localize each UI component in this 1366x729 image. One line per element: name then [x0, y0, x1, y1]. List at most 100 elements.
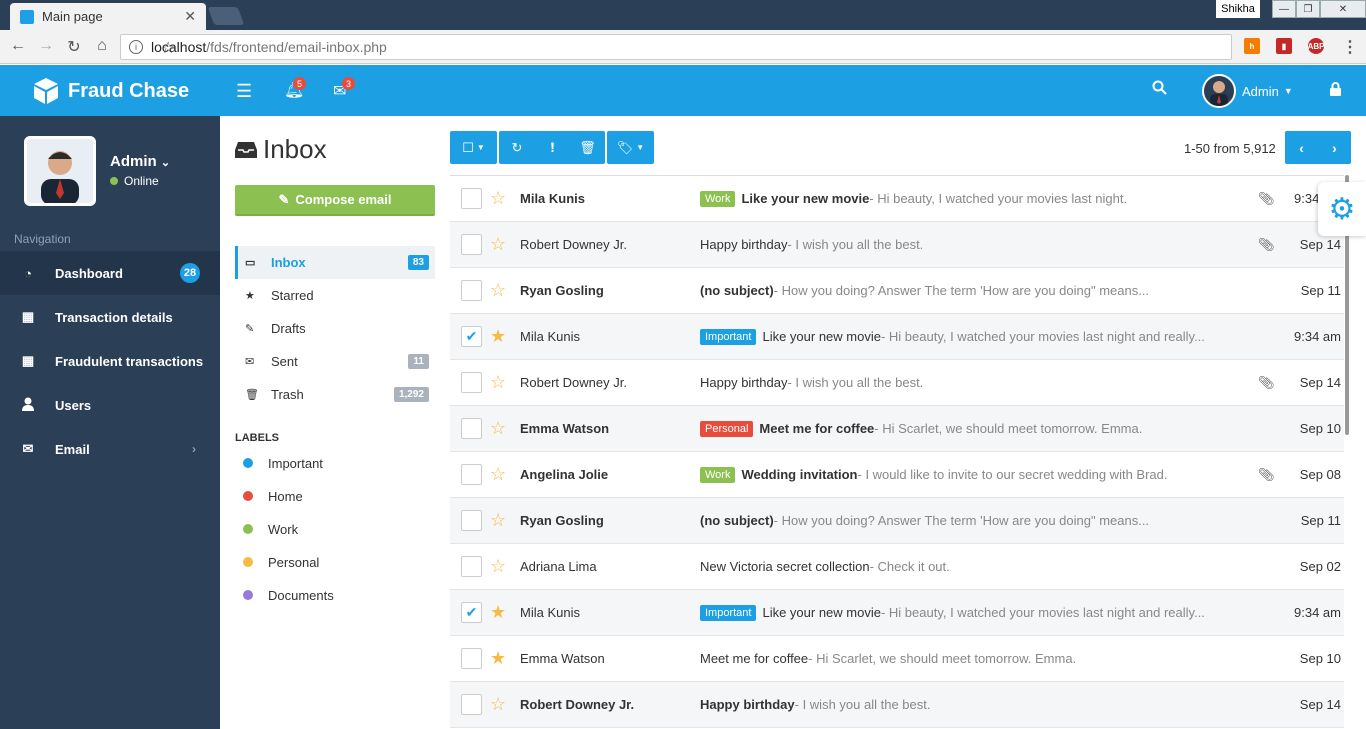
address-bar[interactable]: i localhost/fds/frontend/email-inbox.php… [120, 34, 1232, 60]
adblock-extension-icon[interactable]: ABP [1308, 38, 1324, 54]
chrome-menu-icon[interactable]: ⋮ [1340, 37, 1360, 57]
hamburger-menu-icon[interactable]: ☰ [236, 81, 252, 102]
caret-down-icon: ▼ [1283, 86, 1293, 96]
message-row[interactable]: ☆ Angelina Jolie Work Wedding invitation - … [450, 452, 1344, 498]
message-checkbox[interactable] [461, 510, 482, 531]
message-date: Sep 10 [1299, 651, 1341, 666]
message-row[interactable]: ☆ Ryan Gosling (no subject) - How you doin… [450, 268, 1344, 314]
folder-trash[interactable]: 🗑︎ Trash 1,292 [235, 378, 435, 411]
sidebar-item-email[interactable]: ✉ Email › [0, 427, 220, 471]
star-icon[interactable]: ☆ [490, 556, 506, 577]
label-personal[interactable]: Personal [243, 552, 319, 572]
star-icon[interactable]: ☆ [490, 464, 506, 485]
message-row[interactable]: ✔ ★ Mila Kunis Important Like your new movie… [450, 590, 1344, 636]
refresh-button[interactable]: ↻ [499, 131, 535, 164]
brand[interactable]: Fraud Chase [32, 77, 189, 105]
brand-name: Fraud Chase [68, 79, 190, 102]
star-icon[interactable]: ★ [490, 602, 506, 623]
message-row[interactable]: ☆ Robert Downey Jr. Happy birthday - I wis… [450, 222, 1344, 268]
label-dot-icon [243, 458, 253, 468]
bookmark-extension-icon[interactable]: ▮ [1276, 38, 1292, 54]
sidebar-item-fraudulent-transactions[interactable]: ▦ Fraudulent transactions [0, 339, 220, 383]
message-checkbox[interactable] [461, 234, 482, 255]
message-row[interactable]: ★ Emma Watson Meet me for coffee - Hi Scar… [450, 636, 1344, 682]
star-icon[interactable]: ☆ [490, 280, 506, 301]
restore-icon[interactable]: ❐ [1296, 0, 1320, 18]
star-icon[interactable]: ☆ [490, 694, 506, 715]
label-documents[interactable]: Documents [243, 585, 334, 605]
minimize-icon[interactable]: — [1272, 0, 1296, 18]
delete-button[interactable]: 🗑︎ [570, 131, 605, 164]
message-checkbox[interactable]: ✔ [461, 602, 482, 623]
browser-tab-strip: Main page ✕ Shikha — ❐ ✕ [0, 0, 1366, 30]
profile-avatar[interactable] [24, 136, 96, 206]
online-dot-icon [110, 177, 118, 185]
message-row[interactable]: ✔ ★ Mila Kunis Important Like your new movie… [450, 314, 1344, 360]
paperclip-icon: 📎︎ [1258, 374, 1275, 390]
browser-tab[interactable]: Main page ✕ [10, 3, 206, 30]
new-tab-button[interactable] [207, 7, 245, 25]
message-checkbox[interactable]: ✔ [461, 326, 482, 347]
label-important[interactable]: Important [243, 453, 323, 473]
folder-drafts[interactable]: ✎ Drafts [235, 312, 435, 345]
message-checkbox[interactable] [461, 694, 482, 715]
user-menu[interactable]: Admin ▼ [1202, 74, 1293, 108]
sidebar-item-transaction-details[interactable]: ▦ Transaction details [0, 295, 220, 339]
message-checkbox[interactable] [461, 280, 482, 301]
back-icon[interactable]: ← [8, 37, 28, 55]
message-preview: - Hi Scarlet, we should meet tomorrow. E… [874, 421, 1143, 436]
profile-name[interactable]: Admin ⌄ [110, 153, 170, 170]
site-info-icon[interactable]: i [129, 40, 143, 54]
select-dropdown-button[interactable]: ☐ ▼ [450, 131, 497, 164]
folder-inbox[interactable]: ▭ Inbox 83 [235, 246, 435, 279]
lock-icon[interactable] [1330, 82, 1341, 99]
paperclip-icon: 📎︎ [1258, 466, 1275, 482]
forward-icon[interactable]: → [36, 37, 56, 55]
message-row[interactable]: ☆ Robert Downey Jr. Happy birthday - I wis… [450, 682, 1344, 728]
star-icon[interactable]: ★ [490, 326, 506, 347]
star-icon[interactable]: ☆ [490, 372, 506, 393]
sidebar-item-dashboard[interactable]: ◔ Dashboard 28 [0, 251, 220, 295]
label-work[interactable]: Work [243, 519, 298, 539]
reload-icon[interactable]: ↻ [64, 37, 84, 57]
home-icon[interactable]: ⌂ [92, 37, 112, 55]
star-icon[interactable]: ☆ [490, 418, 506, 439]
star-icon[interactable]: ☆ [490, 510, 506, 531]
next-page-button[interactable]: › [1318, 131, 1351, 164]
message-checkbox[interactable] [461, 556, 482, 577]
star-icon[interactable]: ★ [490, 648, 506, 669]
tag-dropdown-button[interactable]: 🏷︎ ▼ [607, 131, 654, 164]
sidebar-item-label: Users [55, 397, 92, 413]
message-checkbox[interactable] [461, 188, 482, 209]
message-row[interactable]: ☆ Adriana Lima New Victoria secret collect… [450, 544, 1344, 590]
window-close-icon[interactable]: ✕ [1320, 0, 1366, 18]
folder-starred[interactable]: ★ Starred [235, 279, 435, 312]
message-checkbox[interactable] [461, 372, 482, 393]
message-subject-line: Happy birthday - I wish you all the best… [700, 697, 930, 712]
compose-email-button[interactable]: ✎ Compose email [235, 185, 435, 216]
message-row[interactable]: ☆ Mila Kunis Work Like your new movie - Hi … [450, 176, 1344, 222]
message-checkbox[interactable] [461, 418, 482, 439]
tab-close-icon[interactable]: ✕ [184, 8, 196, 25]
sidebar-item-users[interactable]: Users [0, 383, 220, 427]
hubspot-extension-icon[interactable]: h [1244, 38, 1260, 54]
settings-gear-icon[interactable]: ⚙ [1318, 182, 1366, 236]
message-row[interactable]: ☆ Ryan Gosling (no subject) - How you doin… [450, 498, 1344, 544]
message-subject: (no subject) [700, 283, 774, 298]
prev-page-button[interactable]: ‹ [1285, 131, 1318, 164]
search-icon[interactable] [1152, 80, 1167, 100]
star-icon[interactable]: ☆ [490, 234, 506, 255]
message-row[interactable]: ☆ Robert Downey Jr. Happy birthday - I wis… [450, 360, 1344, 406]
bookmark-star-icon[interactable]: ☆ [161, 38, 1225, 58]
message-checkbox[interactable] [461, 464, 482, 485]
message-subject-line: Important Like your new movie - Hi beauty… [700, 328, 1205, 345]
user-name: Admin [1242, 83, 1279, 99]
message-row[interactable]: ☆ Emma Watson Personal Meet me for coffee -… [450, 406, 1344, 452]
message-checkbox[interactable] [461, 648, 482, 669]
label-home[interactable]: Home [243, 486, 303, 506]
message-subject-line: (no subject) - How you doing? Answer The… [700, 513, 1149, 528]
folder-sent[interactable]: ✉ Sent 11 [235, 345, 435, 378]
star-icon[interactable]: ☆ [490, 188, 506, 209]
message-subject-line: Meet me for coffee - Hi Scarlet, we shou… [700, 651, 1076, 666]
report-spam-button[interactable]: ❗︎ [535, 131, 570, 164]
